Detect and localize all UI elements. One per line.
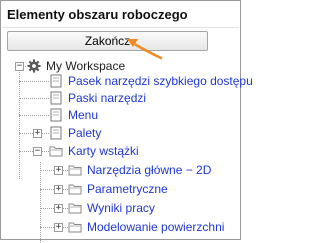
- tree-item-label: Palety: [68, 126, 102, 140]
- tree-root-label: My Workspace: [46, 59, 126, 73]
- tree-item-ribbon-parametric[interactable]: Parametryczne: [68, 181, 168, 197]
- folder-icon: [68, 203, 82, 214]
- tree-root-my-workspace[interactable]: My Workspace: [27, 58, 125, 74]
- expand-toggle[interactable]: +: [33, 129, 42, 138]
- collapse-toggle[interactable]: −: [15, 62, 24, 71]
- document-icon: [50, 74, 62, 88]
- document-icon: [50, 91, 62, 105]
- tree-item-quick-access-toolbar[interactable]: Pasek narzędzi szybkiego dostępu: [49, 73, 253, 89]
- tree-item-label: Parametryczne: [87, 182, 168, 196]
- tree-item-label: Menu: [68, 108, 99, 122]
- expand-toggle[interactable]: +: [54, 204, 63, 213]
- expand-toggle[interactable]: +: [54, 185, 63, 194]
- folder-icon: [68, 165, 82, 176]
- tree-item-ribbon-output[interactable]: Wyniki pracy: [68, 200, 155, 216]
- tree-item-ribbon-surface-modeling[interactable]: Modelowanie powierzchni: [68, 219, 224, 235]
- folder-icon: [68, 184, 82, 195]
- tree-item-label: Paski narzędzi: [68, 91, 147, 105]
- tree-item-label: Narzędzia główne − 2D: [87, 163, 212, 177]
- document-icon: [50, 126, 62, 140]
- tree-connector: [19, 115, 49, 116]
- title-divider: [2, 27, 239, 28]
- folder-icon: [68, 222, 82, 233]
- tree-item-ribbon-tabs[interactable]: Karty wstążki: [49, 143, 139, 159]
- folder-icon: [49, 146, 63, 157]
- tree-connector: [40, 162, 41, 243]
- tree-item-menu[interactable]: Menu: [49, 107, 98, 123]
- tree-item-label: Wyniki pracy: [87, 201, 155, 215]
- tree-item-palettes[interactable]: Palety: [49, 125, 101, 141]
- tree-connector: [19, 81, 49, 82]
- document-icon: [50, 108, 62, 122]
- finish-button[interactable]: Zakończ: [7, 31, 208, 51]
- workspace-tree: − My Workspace Pasek narzędzi szybkiego …: [1, 53, 253, 243]
- panel-title: Elementy obszaru roboczego: [7, 7, 188, 22]
- expand-toggle[interactable]: +: [54, 166, 63, 175]
- tree-item-label: Modelowanie powierzchni: [87, 220, 225, 234]
- tree-item-toolbars[interactable]: Paski narzędzi: [49, 90, 146, 106]
- tree-connector: [19, 98, 49, 99]
- tree-item-ribbon-home-2d[interactable]: Narzędzia główne − 2D: [68, 162, 211, 178]
- collapse-toggle[interactable]: −: [33, 147, 42, 156]
- tree-connector: [19, 66, 20, 179]
- workspace-contents-panel: Elementy obszaru roboczego Zakończ − My …: [0, 0, 253, 243]
- expand-toggle[interactable]: +: [54, 223, 63, 232]
- tree-item-label: Karty wstążki: [68, 144, 139, 158]
- tree-item-label: Pasek narzędzi szybkiego dostępu: [68, 74, 253, 88]
- gear-icon: [27, 59, 41, 73]
